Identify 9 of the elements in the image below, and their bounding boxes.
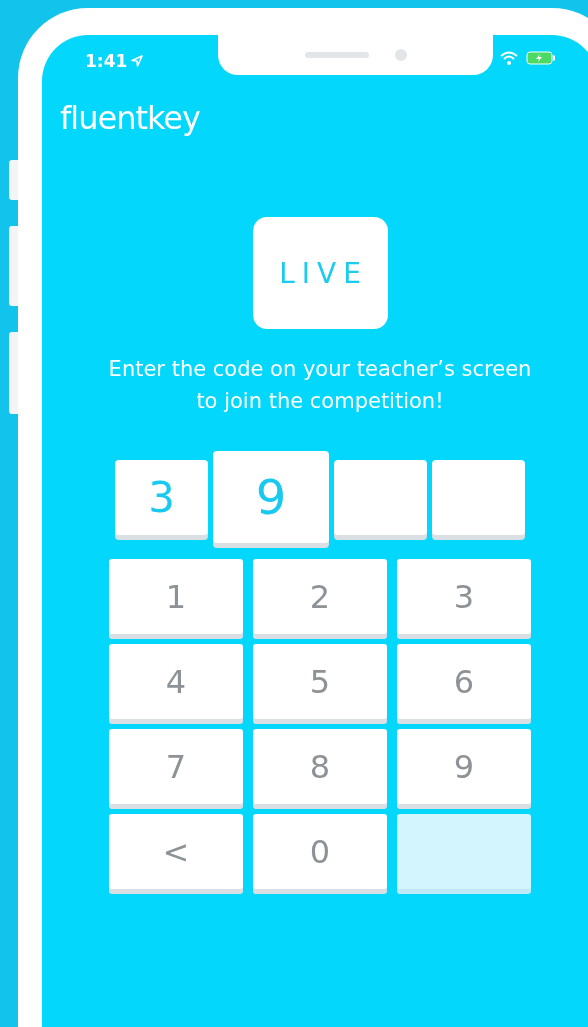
wifi-icon bbox=[500, 51, 518, 65]
speaker-grille bbox=[304, 52, 369, 58]
instruction-text: Enter the code on your teacher’s screen to join the competition! bbox=[107, 356, 533, 415]
camera-dot bbox=[394, 49, 407, 61]
app-logo: fluentkey bbox=[60, 99, 200, 137]
battery-icon bbox=[526, 51, 556, 65]
location-arrow-icon bbox=[131, 55, 144, 67]
live-badge: LIVE bbox=[252, 217, 388, 329]
status-time: 1:41 bbox=[85, 51, 128, 71]
